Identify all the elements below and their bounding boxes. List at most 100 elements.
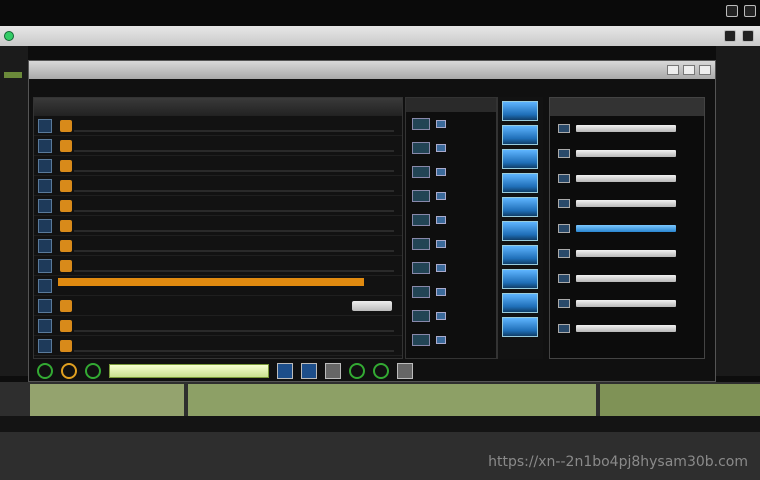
selected-list-item[interactable]	[34, 276, 402, 296]
thumbnail-item[interactable]	[406, 208, 496, 232]
setting-row[interactable]	[550, 316, 704, 341]
view-toggle-button[interactable]	[277, 363, 293, 379]
active-setting-slider[interactable]	[576, 225, 676, 232]
window-titlebar[interactable]	[29, 61, 715, 79]
play-button[interactable]	[85, 363, 101, 379]
thumbnail-icon	[38, 318, 52, 333]
setting-slider[interactable]	[576, 275, 676, 282]
list-item[interactable]	[34, 336, 402, 356]
ok-button[interactable]	[373, 363, 389, 379]
preview-icon	[412, 310, 430, 322]
setting-row[interactable]	[550, 216, 704, 241]
thumbnail-item[interactable]	[406, 280, 496, 304]
badge-icon	[60, 179, 72, 192]
setting-slider[interactable]	[576, 325, 676, 332]
setting-slider[interactable]	[576, 125, 676, 132]
list-item[interactable]	[34, 236, 402, 256]
list-item[interactable]	[34, 316, 402, 336]
thumbnail-item[interactable]	[406, 328, 496, 352]
tray-icon[interactable]	[744, 5, 756, 17]
thumbnail-item[interactable]	[406, 304, 496, 328]
level-meter-bar[interactable]	[502, 125, 538, 145]
preview-icon	[412, 214, 430, 226]
thumbnail-item[interactable]	[406, 232, 496, 256]
setting-slider[interactable]	[576, 250, 676, 257]
refresh-icon[interactable]	[724, 30, 736, 42]
tray-icon[interactable]	[726, 5, 738, 17]
badge-icon	[60, 319, 72, 332]
thumbnail-icon	[38, 158, 52, 173]
row-rule	[74, 210, 394, 212]
level-meter-bar[interactable]	[502, 221, 538, 241]
list-item[interactable]	[34, 176, 402, 196]
level-meter-bar[interactable]	[502, 173, 538, 193]
back-button[interactable]	[37, 363, 53, 379]
setting-row[interactable]	[550, 166, 704, 191]
mini-icon	[436, 144, 446, 152]
mini-icon	[436, 120, 446, 128]
indicator-bar	[4, 72, 22, 78]
thumbnail-item[interactable]	[406, 112, 496, 136]
badge-icon	[60, 259, 72, 272]
list-item[interactable]	[34, 116, 402, 136]
setting-row[interactable]	[550, 141, 704, 166]
settings-button[interactable]	[325, 363, 341, 379]
setting-slider[interactable]	[576, 175, 676, 182]
badge-icon	[60, 339, 72, 352]
thumbnail-icon	[38, 298, 52, 313]
thumbnail-item[interactable]	[406, 160, 496, 184]
preview-icon	[412, 262, 430, 274]
layout-button[interactable]	[301, 363, 317, 379]
thumbnail-item[interactable]	[406, 256, 496, 280]
row-rule	[74, 330, 394, 332]
list-item[interactable]	[34, 256, 402, 276]
setting-slider[interactable]	[576, 300, 676, 307]
search-field[interactable]	[109, 364, 269, 378]
status-strip	[0, 416, 760, 432]
list-item[interactable]	[34, 136, 402, 156]
mini-icon	[436, 216, 446, 224]
setting-slider[interactable]	[576, 200, 676, 207]
setting-row[interactable]	[550, 116, 704, 141]
address-bar[interactable]	[0, 26, 760, 46]
thumbnail-item[interactable]	[406, 184, 496, 208]
minimize-button[interactable]	[667, 65, 679, 75]
row-rule	[74, 250, 394, 252]
list-item[interactable]	[34, 216, 402, 236]
level-meter-bar[interactable]	[502, 197, 538, 217]
watermark-text: https://xn--2n1bo4pj8hysam30b.com	[488, 454, 748, 470]
maximize-button[interactable]	[683, 65, 695, 75]
list-item[interactable]	[34, 196, 402, 216]
thumbnail-icon	[38, 138, 52, 153]
action-pill-button[interactable]	[352, 300, 392, 311]
level-meter-bar[interactable]	[502, 245, 538, 265]
settings-panel	[549, 97, 705, 359]
power-button[interactable]	[61, 363, 77, 379]
level-meter-bar[interactable]	[502, 317, 538, 337]
setting-row[interactable]	[550, 291, 704, 316]
level-meter-bar[interactable]	[502, 149, 538, 169]
thumbnail-icon	[38, 278, 52, 293]
preview-icon	[412, 190, 430, 202]
record-button[interactable]	[349, 363, 365, 379]
level-meter-bar[interactable]	[502, 101, 538, 121]
thumbnail-icon	[38, 258, 52, 273]
setting-row[interactable]	[550, 191, 704, 216]
setting-slider[interactable]	[576, 150, 676, 157]
badge-icon	[60, 159, 72, 172]
setting-icon	[558, 174, 570, 183]
list-item[interactable]	[34, 296, 402, 316]
close-icon[interactable]	[742, 30, 754, 42]
thumbnail-item[interactable]	[406, 136, 496, 160]
setting-row[interactable]	[550, 266, 704, 291]
preview-icon	[412, 166, 430, 178]
thumbnail-icon	[38, 198, 52, 213]
selection-highlight	[58, 278, 364, 286]
level-meter-bar[interactable]	[502, 293, 538, 313]
setting-row[interactable]	[550, 241, 704, 266]
list-item[interactable]	[34, 156, 402, 176]
mini-icon	[436, 168, 446, 176]
level-meter-bar[interactable]	[502, 269, 538, 289]
menu-button[interactable]	[397, 363, 413, 379]
close-button[interactable]	[699, 65, 711, 75]
